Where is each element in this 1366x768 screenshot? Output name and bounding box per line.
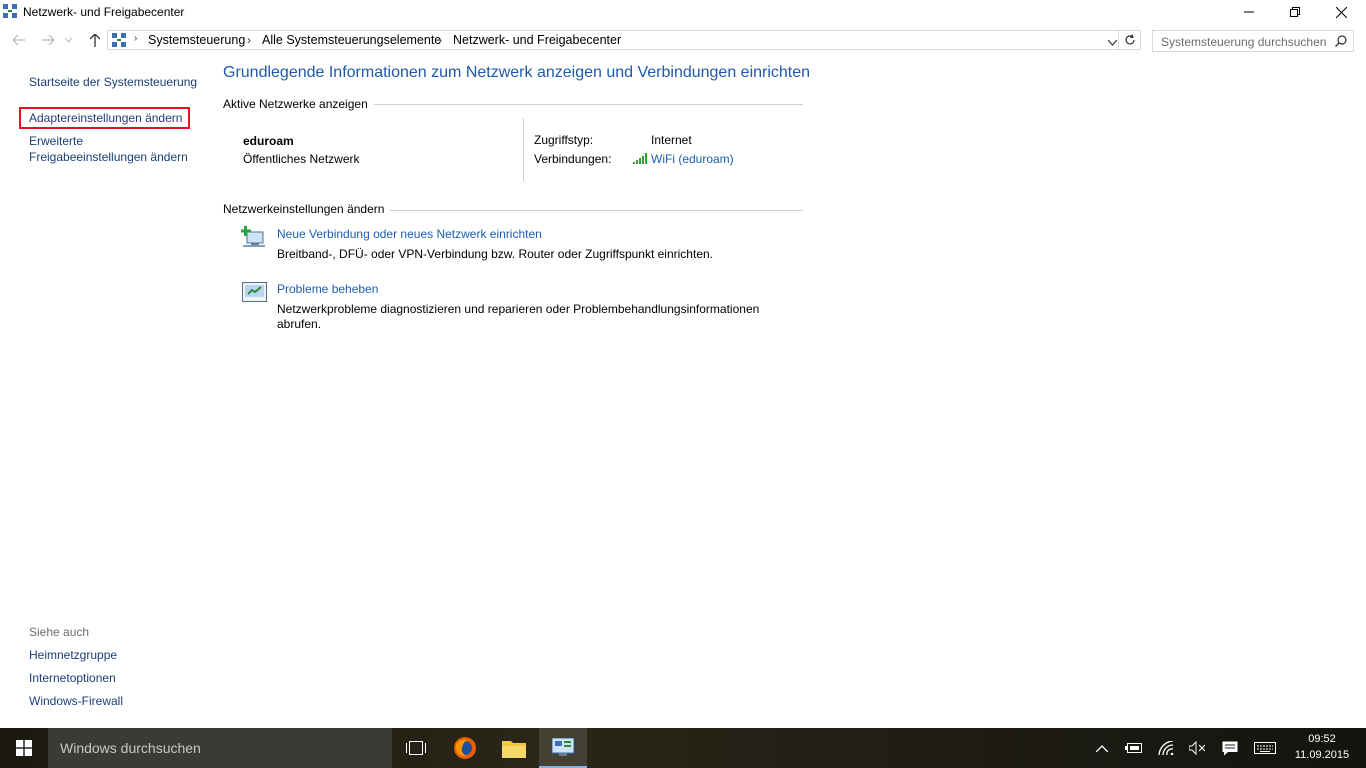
volume-muted-button[interactable] — [1187, 728, 1207, 768]
new-connection-description: Breitband-, DFÜ- oder VPN-Verbindung bzw… — [277, 247, 713, 261]
change-settings-heading: Netzwerkeinstellungen ändern — [223, 202, 391, 216]
clock-date[interactable]: 11.09.2015 — [1292, 749, 1352, 761]
window-title: Netzwerk- und Freigabecenter — [23, 5, 185, 19]
clock-time[interactable]: 09:52 — [1292, 733, 1352, 745]
advanced-sharing-link[interactable]: Erweiterte Freigabeeinstellungen ändern — [29, 134, 188, 164]
network-name: eduroam — [243, 134, 294, 148]
troubleshoot-link[interactable]: Probleme beheben — [277, 282, 378, 296]
troubleshoot-icon — [242, 282, 267, 307]
refresh-button[interactable] — [1119, 30, 1141, 50]
new-connection-icon — [241, 226, 267, 253]
up-button[interactable] — [84, 30, 106, 50]
wifi-tray-button[interactable] — [1156, 728, 1176, 768]
homegroup-link[interactable]: Heimnetzgruppe — [29, 648, 117, 662]
chevron-right-icon[interactable]: › — [438, 33, 442, 47]
network-type: Öffentliches Netzwerk — [243, 152, 360, 166]
input-keyboard-button[interactable] — [1252, 728, 1278, 768]
page-title: Grundlegende Informationen zum Netzwerk … — [223, 64, 811, 81]
search-input[interactable]: Systemsteuerung durchsuchen — [1152, 30, 1354, 52]
access-type-value: Internet — [651, 133, 692, 147]
see-also-heading: Siehe auch — [29, 625, 90, 639]
control-panel-icon — [552, 738, 574, 756]
task-view-icon — [406, 741, 426, 755]
windows-logo-icon — [16, 740, 32, 756]
divider — [523, 118, 524, 181]
wifi-signal-icon — [633, 153, 647, 167]
refresh-icon — [1124, 34, 1135, 45]
taskbar-search-placeholder: Windows durchsuchen — [60, 740, 201, 756]
close-button[interactable] — [1318, 0, 1364, 24]
wifi-connection-link[interactable]: WiFi (eduroam) — [651, 152, 734, 166]
internet-options-link[interactable]: Internetoptionen — [29, 671, 116, 685]
show-hidden-icons-button[interactable] — [1092, 728, 1112, 768]
chevron-up-icon — [1096, 744, 1108, 752]
keyboard-icon — [1254, 742, 1276, 754]
breadcrumb-netzwerkcenter[interactable]: Netzwerk- und Freigabecenter — [453, 33, 621, 47]
chevron-down-icon[interactable] — [1107, 35, 1118, 49]
wifi-icon — [1158, 741, 1174, 755]
search-placeholder: Systemsteuerung durchsuchen — [1161, 35, 1327, 49]
advanced-sharing-line2[interactable]: Freigabeeinstellungen ändern — [29, 150, 188, 164]
new-connection-link[interactable]: Neue Verbindung oder neues Netzwerk einr… — [277, 227, 542, 241]
taskbar: Windows durchsuchen 09:52 11.09.2015 — [0, 728, 1366, 768]
connections-label: Verbindungen: — [534, 152, 612, 166]
action-center-button[interactable] — [1219, 728, 1241, 768]
file-explorer-taskbar-button[interactable] — [490, 728, 538, 768]
title-bar: Netzwerk- und Freigabecenter — [0, 0, 1366, 24]
access-type-label: Zugriffstyp: — [534, 133, 594, 147]
active-networks-heading: Aktive Netzwerke anzeigen — [223, 97, 374, 111]
troubleshoot-description-line1: Netzwerkprobleme diagnostizieren und rep… — [277, 302, 760, 316]
windows-firewall-link[interactable]: Windows-Firewall — [29, 694, 123, 708]
speaker-muted-icon — [1189, 741, 1205, 755]
chevron-right-icon[interactable]: › — [247, 33, 251, 47]
control-panel-icon — [112, 33, 126, 50]
search-icon[interactable] — [1335, 35, 1347, 50]
task-view-button[interactable] — [392, 728, 440, 768]
control-panel-home-link[interactable]: Startseite der Systemsteuerung — [29, 75, 197, 89]
control-panel-taskbar-button[interactable] — [539, 728, 587, 768]
advanced-sharing-line1[interactable]: Erweiterte — [29, 134, 188, 148]
restore-button[interactable] — [1272, 0, 1318, 24]
battery-icon — [1125, 743, 1142, 753]
breadcrumb-systemsteuerung[interactable]: Systemsteuerung — [148, 33, 245, 47]
battery-button[interactable] — [1124, 728, 1144, 768]
firefox-icon — [454, 737, 476, 759]
start-button[interactable] — [0, 728, 48, 768]
breadcrumb-alle-elemente[interactable]: Alle Systemsteuerungselemente — [262, 33, 441, 47]
firefox-taskbar-button[interactable] — [441, 728, 489, 768]
network-center-icon — [3, 4, 17, 18]
adapter-settings-link[interactable]: Adaptereinstellungen ändern — [29, 111, 182, 125]
recent-dropdown-button[interactable] — [61, 30, 75, 50]
troubleshoot-description-line2: abrufen. — [277, 317, 322, 331]
minimize-button[interactable] — [1226, 0, 1272, 24]
back-button[interactable] — [8, 30, 30, 50]
forward-button[interactable] — [37, 30, 59, 50]
folder-icon — [502, 741, 526, 758]
taskbar-search-input[interactable]: Windows durchsuchen — [48, 728, 392, 768]
notification-icon — [1222, 741, 1238, 755]
chevron-right-icon[interactable]: › — [134, 33, 137, 44]
